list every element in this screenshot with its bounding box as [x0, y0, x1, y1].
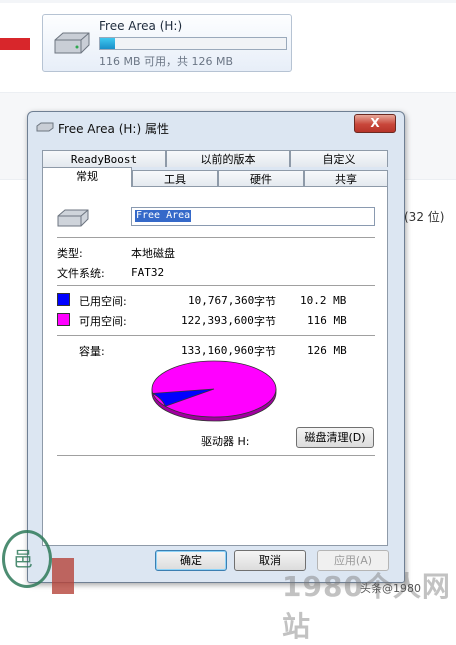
- separator: [57, 237, 375, 239]
- red-marker: [0, 38, 30, 50]
- window-top-strip: [0, 0, 456, 3]
- separator: [57, 285, 375, 287]
- used-color-swatch: [57, 293, 70, 306]
- ok-button[interactable]: 确定: [155, 550, 227, 571]
- side-text: (32 位): [404, 210, 445, 224]
- drive-title: Free Area (H:): [99, 19, 183, 33]
- disk-cleanup-button[interactable]: 磁盘清理(D): [296, 427, 374, 448]
- tab-tools[interactable]: 工具: [132, 170, 218, 187]
- tab-previous-versions[interactable]: 以前的版本: [166, 150, 290, 167]
- tab-general[interactable]: 常规: [42, 167, 132, 187]
- separator: [57, 335, 375, 337]
- watermark-seal: [52, 558, 74, 594]
- tab-customize[interactable]: 自定义: [290, 150, 388, 167]
- close-button[interactable]: X: [354, 114, 396, 133]
- separator: [57, 455, 375, 457]
- free-color-swatch: [57, 313, 70, 326]
- capacity-unit: 字节: [254, 345, 276, 358]
- tab-readyboost[interactable]: ReadyBoost: [42, 150, 166, 167]
- used-space-size: 10.2 MB: [300, 294, 347, 307]
- volume-name-value: Free Area: [135, 210, 192, 222]
- tab-sharing[interactable]: 共享: [304, 170, 388, 187]
- properties-dialog: Free Area (H:) 属性 X ReadyBoost 以前的版本 自定义…: [27, 111, 405, 583]
- drive-usage-bar: [99, 37, 287, 50]
- volume-name-input[interactable]: Free Area: [131, 207, 375, 226]
- dialog-titlebar[interactable]: Free Area (H:) 属性 X: [28, 112, 404, 140]
- type-label: 类型:: [57, 247, 83, 260]
- free-space-size: 116 MB: [307, 314, 347, 327]
- dialog-title: Free Area (H:) 属性: [58, 122, 169, 136]
- disk-usage-pie: [151, 360, 277, 422]
- general-tab-panel: Free Area 类型: 本地磁盘 文件系统: FAT32 已用空间: 10,…: [42, 186, 388, 546]
- watermark-text: 1980个人网站: [282, 570, 451, 643]
- drive-small-icon: [36, 122, 54, 132]
- drive-large-icon: [57, 209, 89, 227]
- watermark-small-text: 头条@1980: [360, 582, 421, 595]
- hard-drive-icon: [54, 32, 90, 54]
- watermark-logo: 邑: [2, 530, 52, 588]
- used-space-bytes: 10,767,360: [188, 294, 255, 307]
- capacity-bytes: 133,160,960: [181, 344, 254, 357]
- drive-capacity-text: 116 MB 可用，共 126 MB: [99, 55, 234, 68]
- used-space-unit: 字节: [254, 295, 276, 308]
- drive-tile-h[interactable]: Free Area (H:) 116 MB 可用，共 126 MB: [42, 14, 292, 72]
- filesystem-label: 文件系统:: [57, 267, 105, 280]
- drive-letter-label: 驱动器 H:: [201, 435, 250, 448]
- capacity-size: 126 MB: [307, 344, 347, 357]
- capacity-label: 容量:: [79, 345, 105, 358]
- filesystem-value: FAT32: [131, 266, 165, 279]
- tab-hardware[interactable]: 硬件: [218, 170, 304, 187]
- type-value: 本地磁盘: [131, 247, 175, 260]
- free-space-bytes: 122,393,600: [181, 314, 254, 327]
- used-space-label: 已用空间:: [79, 295, 127, 308]
- free-space-label: 可用空间:: [79, 315, 127, 328]
- free-space-unit: 字节: [254, 315, 276, 328]
